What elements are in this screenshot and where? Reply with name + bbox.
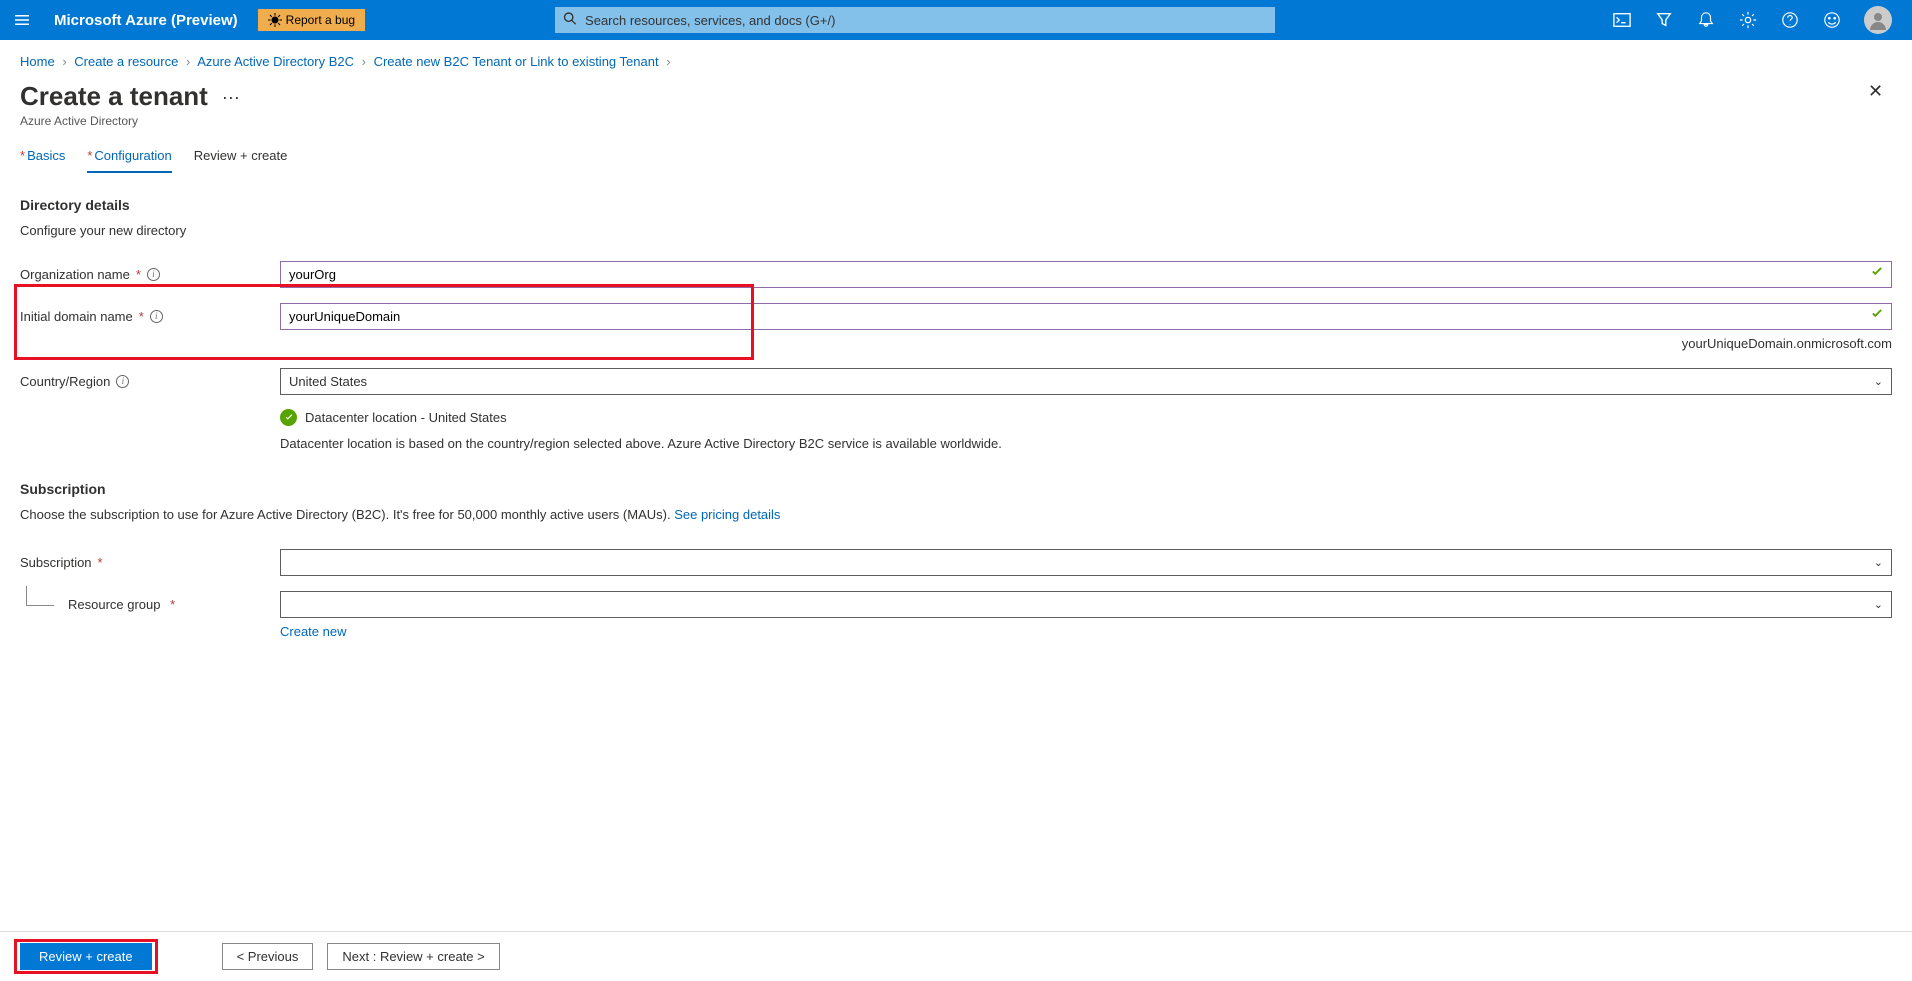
- page-subtitle: Azure Active Directory: [0, 112, 1912, 142]
- domain-name-input[interactable]: [280, 303, 1892, 330]
- top-nav-bar: Microsoft Azure (Preview) Report a bug: [0, 0, 1912, 40]
- subscription-section-title: Subscription: [20, 481, 1892, 497]
- check-icon: [1870, 308, 1884, 325]
- footer-bar: Review + create < Previous Next : Review…: [0, 931, 1912, 981]
- subscription-select[interactable]: ⌄: [280, 549, 1892, 576]
- search-input[interactable]: [555, 7, 1275, 33]
- chevron-right-icon: ›: [666, 54, 670, 69]
- review-create-button[interactable]: Review + create: [20, 943, 152, 970]
- country-select[interactable]: United States ⌄: [280, 368, 1892, 395]
- resource-group-row: Resource group * ⌄: [20, 590, 1892, 618]
- tab-configuration[interactable]: Configuration: [87, 142, 171, 173]
- required-star: *: [167, 597, 176, 612]
- country-value: United States: [289, 374, 367, 389]
- help-icon[interactable]: [1780, 10, 1800, 30]
- settings-icon[interactable]: [1738, 10, 1758, 30]
- page-title: Create a tenant: [20, 81, 208, 112]
- check-icon: [1870, 266, 1884, 283]
- subscription-desc: Choose the subscription to use for Azure…: [20, 507, 1892, 522]
- bug-icon: [268, 13, 282, 27]
- info-icon[interactable]: i: [116, 375, 129, 388]
- more-actions-icon[interactable]: ···: [222, 87, 240, 108]
- tab-strip: Basics Configuration Review + create: [0, 142, 1912, 173]
- check-circle-icon: [280, 409, 297, 426]
- breadcrumb: Home › Create a resource › Azure Active …: [0, 40, 1912, 77]
- domain-hint: yourUniqueDomain.onmicrosoft.com: [20, 336, 1892, 351]
- cloud-shell-icon[interactable]: [1612, 10, 1632, 30]
- info-icon[interactable]: i: [147, 268, 160, 281]
- org-name-input[interactable]: [280, 261, 1892, 288]
- search-icon: [563, 12, 577, 29]
- directory-section-title: Directory details: [20, 197, 1892, 213]
- required-star: *: [139, 309, 144, 324]
- page-header: Create a tenant ··· ✕: [0, 77, 1912, 112]
- breadcrumb-home[interactable]: Home: [20, 54, 55, 69]
- org-name-label: Organization name * i: [20, 267, 280, 282]
- report-bug-label: Report a bug: [286, 13, 355, 27]
- user-avatar[interactable]: [1864, 6, 1892, 34]
- directory-section-desc: Configure your new directory: [20, 223, 1892, 238]
- top-icon-group: [1612, 6, 1902, 34]
- org-name-row: Organization name * i: [20, 260, 1892, 288]
- breadcrumb-create-tenant[interactable]: Create new B2C Tenant or Link to existin…: [374, 54, 659, 69]
- resource-group-label: Resource group *: [20, 594, 280, 614]
- required-star: *: [136, 267, 141, 282]
- subscription-row: Subscription * ⌄: [20, 548, 1892, 576]
- chevron-down-icon: ⌄: [1874, 556, 1883, 569]
- breadcrumb-create-resource[interactable]: Create a resource: [74, 54, 178, 69]
- country-label: Country/Region i: [20, 374, 280, 389]
- notifications-icon[interactable]: [1696, 10, 1716, 30]
- resource-group-select[interactable]: ⌄: [280, 591, 1892, 618]
- tab-basics[interactable]: Basics: [20, 142, 65, 173]
- pricing-link[interactable]: See pricing details: [674, 507, 780, 522]
- report-bug-button[interactable]: Report a bug: [258, 9, 365, 31]
- datacenter-note: Datacenter location is based on the coun…: [280, 436, 1892, 451]
- country-row: Country/Region i United States ⌄: [20, 367, 1892, 395]
- main-content: Directory details Configure your new dir…: [0, 173, 1912, 639]
- tab-review-create[interactable]: Review + create: [194, 142, 288, 173]
- breadcrumb-aad-b2c[interactable]: Azure Active Directory B2C: [197, 54, 354, 69]
- hamburger-menu[interactable]: [10, 8, 34, 32]
- azure-logo-text[interactable]: Microsoft Azure (Preview): [54, 12, 238, 29]
- chevron-right-icon: ›: [186, 54, 190, 69]
- create-new-rg-link[interactable]: Create new: [280, 624, 1892, 639]
- previous-button[interactable]: < Previous: [222, 943, 314, 970]
- subscription-label: Subscription *: [20, 555, 280, 570]
- chevron-right-icon: ›: [62, 54, 66, 69]
- feedback-icon[interactable]: [1822, 10, 1842, 30]
- chevron-down-icon: ⌄: [1874, 598, 1883, 611]
- domain-name-row: Initial domain name * i: [20, 302, 1892, 330]
- close-icon[interactable]: ✕: [1868, 81, 1888, 101]
- directory-filter-icon[interactable]: [1654, 10, 1674, 30]
- chevron-right-icon: ›: [362, 54, 366, 69]
- next-button[interactable]: Next : Review + create >: [327, 943, 499, 970]
- domain-name-label: Initial domain name * i: [20, 309, 280, 324]
- required-star: *: [98, 555, 103, 570]
- tree-line: [26, 586, 54, 606]
- chevron-down-icon: ⌄: [1874, 375, 1883, 388]
- datacenter-location-row: Datacenter location - United States: [280, 409, 1892, 426]
- info-icon[interactable]: i: [150, 310, 163, 323]
- datacenter-text: Datacenter location - United States: [305, 410, 507, 425]
- search-container: [555, 7, 1275, 33]
